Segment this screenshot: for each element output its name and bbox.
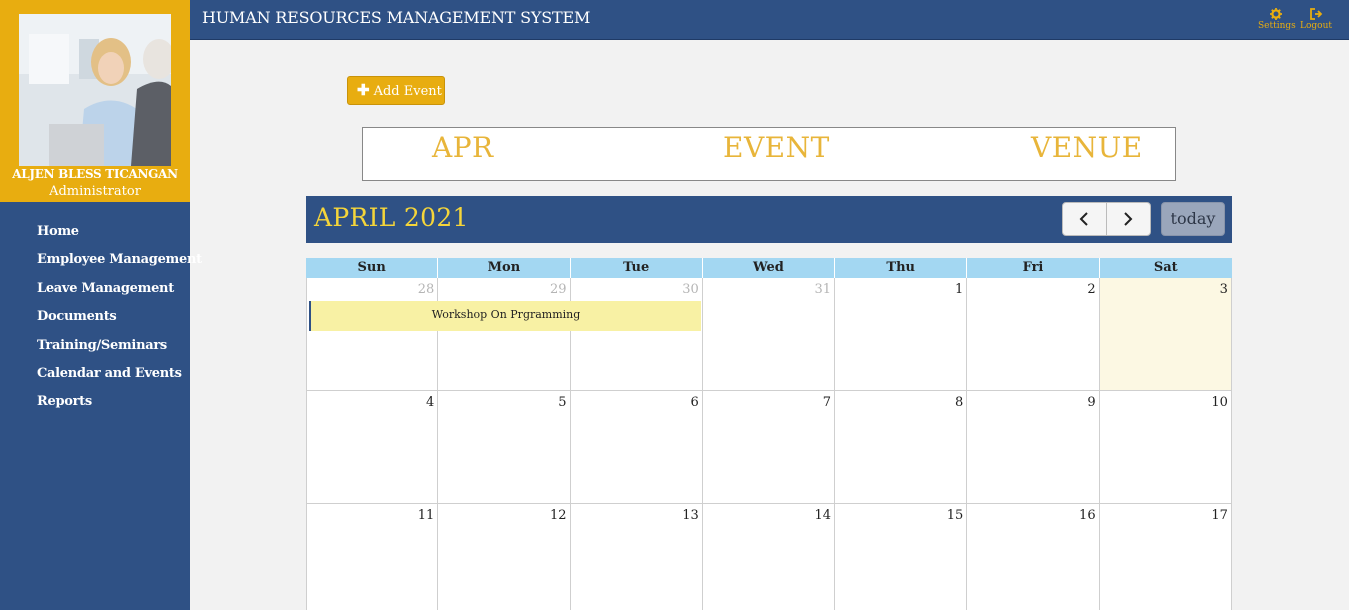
dow-fri: Fri	[967, 258, 1100, 278]
day-number: 11	[417, 508, 435, 523]
day-number: 9	[1087, 395, 1096, 410]
day-number: 7	[822, 395, 832, 410]
day-cell[interactable]: 31	[702, 278, 836, 391]
upcoming-event-panel: APR EVENT VENUE	[362, 127, 1176, 181]
day-cell[interactable]: 10	[1099, 391, 1232, 504]
day-number: 15	[946, 508, 964, 523]
sidebar-item-documents[interactable]: Documents	[37, 309, 202, 337]
event-panel-month: APR	[432, 131, 494, 164]
logout-button[interactable]: Logout	[1298, 8, 1334, 31]
chevron-left-icon	[1079, 212, 1088, 226]
top-header: HUMAN RESOURCES MANAGEMENT SYSTEM Settin…	[190, 0, 1349, 40]
day-cell[interactable]: 8	[835, 391, 968, 504]
day-number: 31	[814, 282, 832, 297]
prev-month-button[interactable]	[1063, 203, 1107, 235]
day-cell[interactable]: 15	[835, 504, 968, 610]
event-panel-event: EVENT	[723, 131, 830, 164]
day-number: 5	[558, 395, 567, 410]
day-cell[interactable]: 1	[835, 278, 968, 391]
dow-sat: Sat	[1153, 260, 1178, 275]
day-cell[interactable]: 28	[306, 278, 439, 391]
sidebar-item-calendar-and-events[interactable]: Calendar and Events	[37, 366, 202, 394]
day-cell[interactable]: 13	[570, 504, 703, 610]
add-event-button[interactable]: ✚ Add Event	[347, 76, 445, 105]
next-month-button[interactable]	[1107, 203, 1151, 235]
sidebar-item-training-seminars[interactable]: Training/Seminars	[37, 338, 202, 366]
dow-thu: Thu	[835, 258, 968, 278]
calendar-week: 11 12 13 14 15 16 17	[306, 504, 1232, 610]
day-cell[interactable]: 5	[438, 391, 571, 504]
sidebar-item-reports[interactable]: Reports	[37, 394, 202, 422]
day-number: 17	[1211, 508, 1228, 523]
plus-icon: ✚	[357, 81, 370, 99]
day-cell[interactable]: 11	[306, 504, 439, 610]
day-cell[interactable]: 14	[702, 504, 836, 610]
day-cell[interactable]: 29	[438, 278, 571, 391]
logout-label: Logout	[1300, 21, 1332, 31]
add-event-label: Add Event	[373, 84, 442, 99]
event-panel-venue: VENUE	[1031, 131, 1143, 164]
day-number: 8	[955, 395, 964, 410]
day-cell[interactable]: 30	[570, 278, 703, 391]
sidebar-item-employee-management[interactable]: Employee Management	[37, 252, 202, 280]
calendar-week: 4 5 6 7 8 9 10	[306, 391, 1232, 504]
dow-mon: Mon	[438, 258, 571, 278]
day-number: 14	[814, 508, 832, 523]
day-number: 4	[425, 395, 435, 410]
day-number: 2	[1087, 282, 1096, 297]
day-number: 28	[417, 282, 435, 297]
day-number: 29	[549, 282, 567, 297]
profile-photo	[19, 14, 171, 166]
day-number: 6	[690, 395, 699, 410]
gear-icon	[1270, 8, 1282, 20]
sidebar-item-home[interactable]: Home	[37, 224, 202, 252]
today-button[interactable]: today	[1161, 202, 1225, 236]
day-cell[interactable]: 12	[438, 504, 571, 610]
chevron-right-icon	[1124, 212, 1133, 226]
day-of-week-header: Sun Mon Tue Wed Thu Fri Sat	[306, 258, 1232, 278]
sidebar-item-leave-management[interactable]: Leave Management	[37, 281, 202, 309]
day-number: 1	[955, 282, 964, 297]
calendar-title: APRIL 2021	[314, 203, 469, 232]
calendar-nav-group	[1062, 202, 1151, 236]
day-cell-today[interactable]: 3	[1099, 278, 1232, 391]
day-cell[interactable]: 6	[570, 391, 703, 504]
day-number: 3	[1219, 282, 1228, 297]
day-cell[interactable]: 7	[702, 391, 836, 504]
day-cell[interactable]: 16	[967, 504, 1100, 610]
sidebar: ALJEN BLESS TICANGAN Administrator Home …	[0, 0, 202, 610]
dow-sun: Sun	[306, 258, 439, 278]
calendar-event[interactable]: Workshop On Prgramming	[309, 301, 701, 331]
sidebar-nav: Home Employee Management Leave Managemen…	[37, 224, 202, 423]
profile-name: ALJEN BLESS TICANGAN	[12, 167, 178, 181]
day-number: 16	[1079, 508, 1096, 523]
dow-tue: Tue	[571, 258, 703, 278]
settings-label: Settings	[1258, 21, 1296, 31]
day-number: 12	[549, 508, 567, 523]
day-cell[interactable]: 4	[306, 391, 439, 504]
day-number: 30	[682, 282, 699, 297]
dow-wed: Wed	[703, 258, 836, 278]
sign-out-icon	[1309, 8, 1322, 20]
day-number: 13	[682, 508, 699, 523]
profile-card: ALJEN BLESS TICANGAN Administrator	[0, 0, 190, 202]
calendar-toolbar: APRIL 2021 today	[306, 196, 1232, 243]
day-cell[interactable]: 17	[1099, 504, 1232, 610]
calendar-week: 28 29 30 31 1 2 3	[306, 278, 1232, 391]
app-title: HUMAN RESOURCES MANAGEMENT SYSTEM	[202, 8, 591, 27]
settings-button[interactable]: Settings	[1258, 8, 1296, 31]
profile-role: Administrator	[49, 184, 141, 199]
day-cell[interactable]: 9	[967, 391, 1100, 504]
day-cell[interactable]: 2	[967, 278, 1100, 391]
day-number: 10	[1211, 395, 1228, 410]
